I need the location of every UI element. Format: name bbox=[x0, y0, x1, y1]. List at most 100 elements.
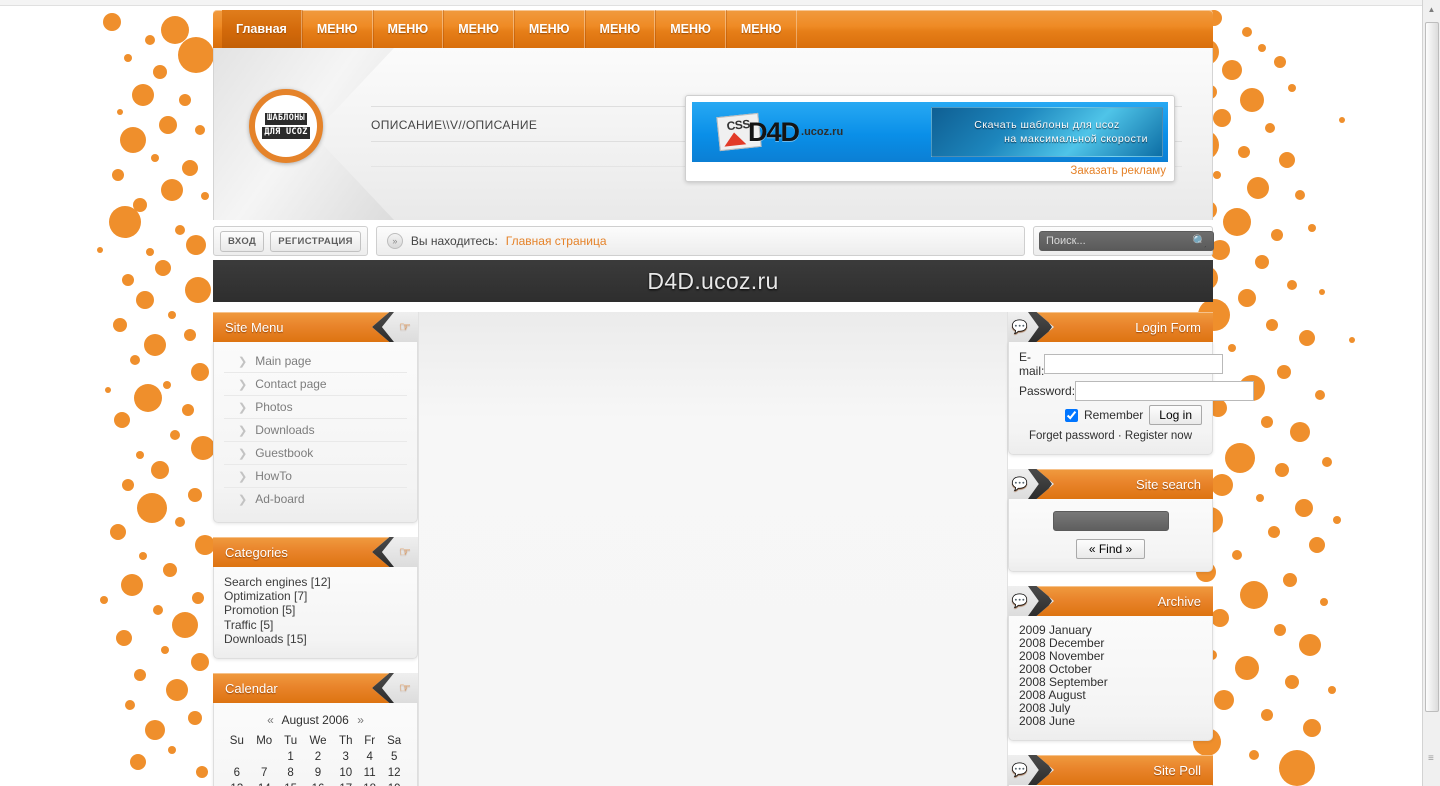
password-row: Password: bbox=[1019, 381, 1255, 401]
calendar-day[interactable]: 14 bbox=[250, 781, 279, 786]
breadcrumb-prefix: Вы находитесь: bbox=[410, 234, 498, 248]
list-item[interactable]: 2008 June bbox=[1019, 715, 1202, 728]
auth-breadcrumb-bar: ВХОД РЕГИСТРАЦИЯ » Вы находитесь: Главна… bbox=[213, 226, 1215, 256]
list-item[interactable]: ❯ Guestbook bbox=[224, 442, 407, 465]
log-in-button[interactable]: Log in bbox=[1149, 405, 1202, 425]
scrollbar-thumb[interactable] bbox=[1425, 22, 1439, 712]
block-body-site-menu: ❯ Main page ❯ Contact page ❯ Photos ❯ Downlo… bbox=[213, 342, 418, 523]
topmenu-item-1[interactable]: МЕНЮ bbox=[301, 10, 373, 48]
calendar-next-button[interactable]: » bbox=[352, 713, 369, 727]
list-item[interactable]: ❯ Photos bbox=[224, 396, 407, 419]
list-item[interactable]: Promotion [5] bbox=[224, 603, 407, 617]
block-site-poll: 💬 Site Poll Rate my site Excellent Good bbox=[1008, 755, 1213, 786]
calendar-day[interactable] bbox=[250, 749, 279, 765]
list-item[interactable]: Optimization [7] bbox=[224, 589, 407, 603]
email-field[interactable] bbox=[1044, 354, 1224, 374]
calendar-day[interactable]: 1 bbox=[279, 749, 303, 765]
calendar-day[interactable]: 5 bbox=[381, 749, 407, 765]
site-menu-label-3: Downloads bbox=[255, 423, 315, 437]
browser-scrollbar[interactable]: ▲ ≡ bbox=[1422, 0, 1440, 786]
site-search-form: « Find » bbox=[1019, 507, 1202, 559]
calendar-day[interactable]: 10 bbox=[334, 765, 358, 781]
calendar-weekday: We bbox=[309, 735, 327, 748]
register-button[interactable]: РЕГИСТРАЦИЯ bbox=[270, 230, 361, 252]
logo-line-2: ДЛЯ UCOZ bbox=[262, 127, 310, 139]
list-item[interactable]: ❯ Ad-board bbox=[224, 488, 407, 510]
list-item[interactable]: ❯ Downloads bbox=[224, 419, 407, 442]
cursor-icon: ☞ bbox=[399, 319, 411, 334]
login-button[interactable]: ВХОД bbox=[220, 230, 265, 252]
calendar-day[interactable]: 17 bbox=[334, 781, 358, 786]
list-item[interactable]: ❯ Contact page bbox=[224, 373, 407, 396]
calendar-day[interactable]: 8 bbox=[279, 765, 303, 781]
calendar-day[interactable]: 4 bbox=[358, 749, 381, 765]
advertisement-banner-box[interactable]: CSS D4D .ucoz.ru Скачать шаблоны для uco… bbox=[685, 95, 1175, 182]
banner-promo: Скачать шаблоны для ucoz на максимальной… bbox=[931, 107, 1163, 157]
calendar-day[interactable]: 2 bbox=[302, 749, 333, 765]
calendar-day[interactable]: 11 bbox=[358, 765, 381, 781]
scroll-up-arrow-icon[interactable]: ▲ bbox=[1423, 0, 1440, 18]
header-wedge-left: 💬 bbox=[1008, 469, 1054, 499]
block-header-login-form: 💬 Login Form bbox=[1008, 312, 1213, 342]
block-login-form: 💬 Login Form E-mail: Password: Remember … bbox=[1008, 312, 1255, 455]
header-wedge-right: ☞ bbox=[372, 312, 418, 342]
advertisement-banner[interactable]: CSS D4D .ucoz.ru Скачать шаблоны для uco… bbox=[692, 102, 1168, 162]
topmenu-item-0[interactable]: Главная bbox=[222, 10, 302, 48]
calendar-day[interactable]: 19 bbox=[381, 781, 407, 786]
calendar-prev-button[interactable]: « bbox=[262, 713, 279, 727]
topmenu-item-6[interactable]: МЕНЮ bbox=[655, 10, 726, 48]
block-header-site-search: 💬 Site search bbox=[1008, 469, 1213, 499]
find-button[interactable]: « Find » bbox=[1075, 539, 1146, 559]
search-icon[interactable]: 🔍 bbox=[1192, 234, 1207, 248]
site-search-input[interactable] bbox=[1052, 511, 1169, 531]
topmenu-item-4[interactable]: МЕНЮ bbox=[513, 10, 585, 48]
calendar-day[interactable]: 7 bbox=[250, 765, 279, 781]
calendar-day[interactable]: 12 bbox=[381, 765, 407, 781]
list-item[interactable]: Traffic [5] bbox=[224, 618, 407, 632]
list-item[interactable]: Search engines [12] bbox=[224, 575, 407, 589]
list-item[interactable]: ❯ Main page bbox=[224, 350, 407, 373]
calendar-week-row: 13 14 15 16 17 18 19 bbox=[224, 781, 407, 786]
header-wedge-right: ☞ bbox=[372, 673, 418, 704]
list-item[interactable]: ❯ HowTo bbox=[224, 465, 407, 488]
order-advertisement-link[interactable]: Заказать рекламу bbox=[692, 162, 1168, 179]
calendar-day[interactable]: 16 bbox=[302, 781, 333, 786]
site-logo[interactable]: ШАБЛОНЫ ДЛЯ UCOZ bbox=[249, 89, 323, 163]
search-input[interactable]: Поиск... bbox=[1039, 231, 1215, 251]
topmenu-item-7[interactable]: МЕНЮ bbox=[725, 10, 797, 48]
calendar-day[interactable]: 13 bbox=[224, 781, 250, 786]
block-header-site-poll: 💬 Site Poll bbox=[1008, 755, 1213, 785]
password-field[interactable] bbox=[1075, 381, 1255, 401]
block-body-site-search: « Find » bbox=[1008, 499, 1213, 572]
block-header-categories: Categories ☞ bbox=[213, 537, 418, 567]
topmenu-item-2[interactable]: МЕНЮ bbox=[372, 10, 444, 48]
calendar-day[interactable] bbox=[224, 749, 250, 765]
calendar-day[interactable]: 18 bbox=[358, 781, 381, 786]
calendar-weekday: Fr bbox=[364, 735, 376, 748]
right-sidebar: 💬 Login Form E-mail: Password: Remember … bbox=[1008, 312, 1255, 786]
breadcrumb-current-link[interactable]: Главная страница bbox=[506, 234, 607, 248]
categories-list: Search engines [12] Optimization [7] Pro… bbox=[224, 575, 407, 646]
site-header: ШАБЛОНЫ ДЛЯ UCOZ ОПИСАНИЕ\\V//ОПИСАНИЕ C… bbox=[213, 48, 1213, 220]
chevron-right-icon: ❯ bbox=[238, 401, 248, 414]
calendar-day[interactable]: 3 bbox=[334, 749, 358, 765]
calendar-day[interactable]: 6 bbox=[224, 765, 250, 781]
topmenu-item-5[interactable]: МЕНЮ bbox=[584, 10, 656, 48]
forget-password-link[interactable]: Forget password bbox=[1029, 430, 1115, 442]
calendar-day[interactable]: 9 bbox=[302, 765, 333, 781]
remember-checkbox[interactable] bbox=[1064, 408, 1078, 422]
calendar-weekday: Sa bbox=[387, 735, 402, 748]
register-now-link[interactable]: Register now bbox=[1125, 430, 1192, 442]
content-columns: Site Menu ☞ ❯ Main page ❯ Contact page ❯ Ph… bbox=[213, 312, 1255, 786]
list-item[interactable]: Downloads [15] bbox=[224, 632, 407, 646]
topmenu-item-3[interactable]: МЕНЮ bbox=[443, 10, 514, 48]
chevron-right-icon: ❯ bbox=[238, 378, 248, 391]
top-navigation-menu[interactable]: Главная МЕНЮ МЕНЮ МЕНЮ МЕНЮ МЕНЮ МЕНЮ МЕ… bbox=[213, 10, 1213, 48]
link-separator: · bbox=[1117, 430, 1122, 442]
main-content-pane bbox=[418, 312, 1008, 786]
calendar-week-row: 6 7 8 9 10 11 12 bbox=[224, 765, 407, 781]
chevron-right-icon: ❯ bbox=[238, 493, 248, 506]
calendar-day[interactable]: 15 bbox=[279, 781, 303, 786]
calendar-month-label: August 2006 bbox=[281, 713, 349, 728]
chevron-right-icon: ❯ bbox=[238, 424, 248, 437]
